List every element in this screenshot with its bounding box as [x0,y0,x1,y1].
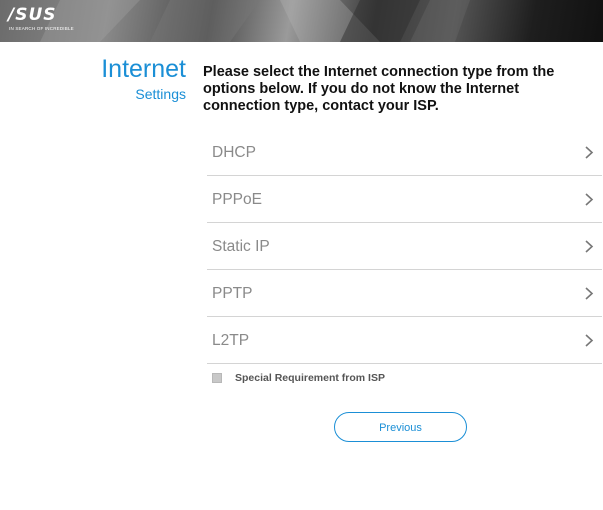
top-banner: /SUS IN SEARCH OF INCREDIBLE [0,0,603,42]
chevron-right-icon [585,287,594,300]
option-pptp[interactable]: PPTP [207,270,602,317]
chevron-right-icon [585,240,594,253]
previous-button[interactable]: Previous [334,412,467,442]
instructions-text: Please select the Internet connection ty… [203,64,555,114]
option-label: DHCP [212,144,256,161]
special-requirement-checkbox[interactable] [212,373,222,383]
page-title-sub: Settings [135,86,186,102]
special-requirement-label: Special Requirement from ISP [235,372,385,384]
option-label: Static IP [212,238,270,255]
option-label: PPPoE [212,191,262,208]
page-title-main: Internet [101,55,186,83]
chevron-right-icon [585,193,594,206]
option-static-ip[interactable]: Static IP [207,223,602,270]
option-dhcp[interactable]: DHCP [207,129,602,176]
chevron-right-icon [585,146,594,159]
page-title: Internet Settings [101,55,186,103]
logo-wordmark: /SUS [8,5,57,25]
option-pppoe[interactable]: PPPoE [207,176,602,223]
option-label: PPTP [212,285,253,302]
logo-tagline: IN SEARCH OF INCREDIBLE [9,26,74,31]
chevron-right-icon [585,334,594,347]
option-label: L2TP [212,332,250,349]
banner-texture [40,0,470,42]
connection-type-list: DHCP PPPoE Static IP PPTP L2TP [207,129,602,364]
option-l2tp[interactable]: L2TP [207,317,602,364]
asus-logo: /SUS IN SEARCH OF INCREDIBLE [8,6,78,34]
